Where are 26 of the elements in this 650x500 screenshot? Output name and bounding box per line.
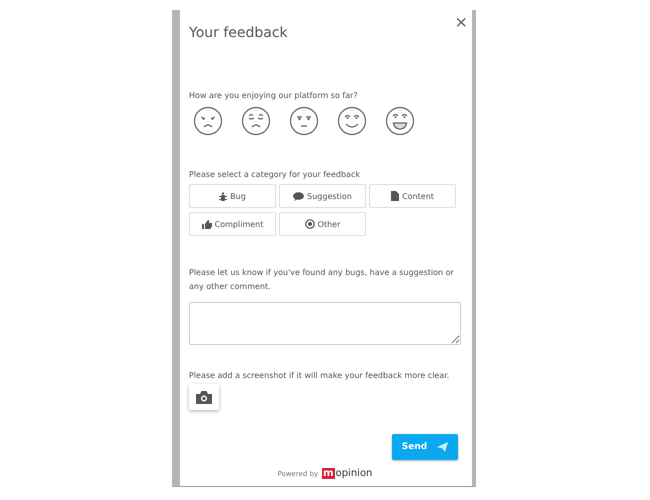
document-icon bbox=[391, 191, 400, 201]
grinning-face-icon[interactable] bbox=[385, 106, 415, 136]
smiling-face-icon[interactable] bbox=[337, 106, 367, 136]
speech-bubble-icon bbox=[293, 192, 304, 200]
close-button[interactable]: × bbox=[455, 12, 467, 34]
circle-dot-icon bbox=[304, 219, 315, 229]
brand-logo: m opinion bbox=[322, 468, 372, 479]
category-button[interactable]: Suggestion bbox=[279, 184, 366, 208]
bug-icon bbox=[219, 192, 228, 200]
screenshot-label: Please add a screenshot if it will make your feedback more clear. bbox=[189, 371, 450, 380]
dialog-title: Your feedback bbox=[189, 25, 288, 41]
thumbs-up-icon bbox=[202, 220, 212, 228]
category-button[interactable]: Compliment bbox=[189, 212, 276, 236]
category-button[interactable]: Content bbox=[369, 184, 456, 208]
comment-label: Please let us know if you've found any bugs, have a suggestion or any other comment. bbox=[189, 267, 455, 293]
sad-face-icon[interactable] bbox=[241, 106, 271, 136]
neutral-face-icon[interactable] bbox=[289, 106, 319, 136]
screenshot-button[interactable] bbox=[189, 384, 219, 410]
comment-field[interactable] bbox=[189, 302, 461, 345]
camera-icon bbox=[196, 390, 212, 404]
category-button[interactable]: Bug bbox=[189, 184, 276, 208]
category-button[interactable]: Other bbox=[279, 212, 366, 236]
category-label: Please select a category for your feedback bbox=[189, 170, 361, 179]
angry-face-icon[interactable] bbox=[193, 106, 223, 136]
question-text: How are you enjoying our platform so far? bbox=[189, 91, 359, 100]
paper-plane-icon bbox=[437, 442, 448, 452]
